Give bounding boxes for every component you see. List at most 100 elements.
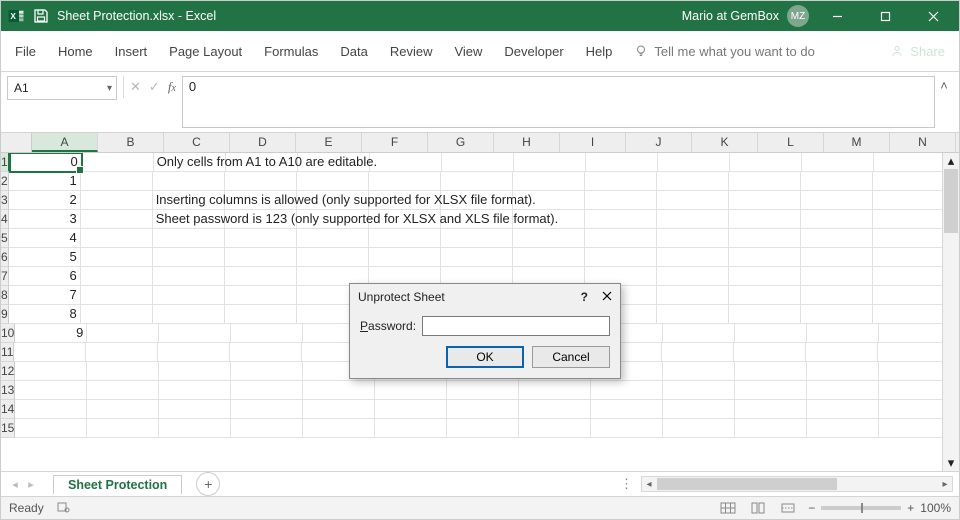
cell[interactable] [807, 362, 879, 381]
splitter-icon[interactable]: ⋮ [620, 476, 633, 492]
cell[interactable] [519, 381, 591, 400]
column-header-D[interactable]: D [230, 133, 296, 152]
cell[interactable] [801, 248, 873, 267]
cell[interactable] [873, 191, 945, 210]
cancel-button[interactable]: Cancel [532, 346, 610, 368]
tab-page-layout[interactable]: Page Layout [169, 40, 242, 63]
cell[interactable] [735, 400, 807, 419]
cell[interactable] [873, 286, 945, 305]
page-break-view-icon[interactable] [778, 500, 798, 516]
cell[interactable] [806, 343, 878, 362]
cell[interactable] [657, 248, 729, 267]
tab-insert[interactable]: Insert [115, 40, 148, 63]
cell[interactable] [87, 419, 159, 438]
cell[interactable] [663, 324, 735, 343]
cell[interactable] [153, 267, 225, 286]
cell[interactable] [81, 305, 153, 324]
accept-formula-icon[interactable]: ✓ [149, 79, 160, 95]
zoom-in-icon[interactable]: + [907, 501, 914, 515]
cell[interactable] [873, 210, 945, 229]
cell[interactable] [158, 343, 230, 362]
cell[interactable] [879, 419, 951, 438]
cell[interactable] [513, 248, 585, 267]
tab-view[interactable]: View [454, 40, 482, 63]
cell[interactable] [879, 381, 951, 400]
fx-icon[interactable]: fx [168, 79, 176, 95]
cell[interactable] [447, 400, 519, 419]
cell[interactable] [15, 400, 87, 419]
row-header[interactable]: 2 [1, 172, 9, 191]
cell[interactable] [585, 210, 657, 229]
horizontal-scrollbar[interactable]: ◂ ▸ [641, 476, 953, 492]
cell[interactable] [159, 400, 231, 419]
cell[interactable] [153, 248, 225, 267]
cell[interactable]: 7 [9, 286, 81, 305]
row-header[interactable]: 4 [1, 210, 9, 229]
cell[interactable] [663, 400, 735, 419]
column-header-F[interactable]: F [362, 133, 428, 152]
cell[interactable] [441, 229, 513, 248]
cell[interactable] [81, 172, 153, 191]
cell[interactable] [879, 362, 951, 381]
cell[interactable] [586, 153, 658, 172]
cell[interactable] [159, 381, 231, 400]
cell[interactable]: 4 [9, 229, 81, 248]
cell[interactable] [153, 286, 225, 305]
row-header[interactable]: 13 [1, 381, 15, 400]
cell[interactable] [519, 419, 591, 438]
cell[interactable]: 2 [9, 191, 81, 210]
cell[interactable]: Sheet password is 123 (only supported fo… [153, 210, 225, 229]
share-button[interactable]: Share [890, 44, 945, 59]
cell[interactable] [303, 419, 375, 438]
macro-record-icon[interactable] [56, 500, 70, 517]
cell[interactable] [225, 229, 297, 248]
sheet-tab-active[interactable]: Sheet Protection [53, 475, 182, 494]
tab-file[interactable]: File [15, 40, 36, 63]
cell[interactable] [801, 286, 873, 305]
collapse-formula-bar-icon[interactable]: ˄ [935, 76, 953, 128]
cell[interactable] [801, 172, 873, 191]
help-icon[interactable]: ? [581, 290, 588, 304]
cell[interactable] [514, 153, 586, 172]
tab-review[interactable]: Review [390, 40, 433, 63]
tab-formulas[interactable]: Formulas [264, 40, 318, 63]
column-header-K[interactable]: K [692, 133, 758, 152]
cell[interactable] [231, 419, 303, 438]
row-header[interactable]: 12 [1, 362, 15, 381]
cell[interactable] [81, 267, 153, 286]
cell[interactable] [874, 153, 946, 172]
cell[interactable] [15, 381, 87, 400]
cell[interactable]: 6 [9, 267, 81, 286]
cell[interactable] [585, 229, 657, 248]
row-header[interactable]: 11 [1, 343, 14, 362]
cancel-formula-icon[interactable]: ✕ [130, 79, 141, 95]
cell[interactable] [729, 267, 801, 286]
close-button[interactable] [913, 1, 953, 31]
cell[interactable] [585, 248, 657, 267]
cell[interactable] [375, 419, 447, 438]
cell[interactable] [231, 381, 303, 400]
row-header[interactable]: 10 [1, 324, 15, 343]
scroll-right-icon[interactable]: ▸ [938, 479, 952, 490]
cell[interactable] [802, 153, 874, 172]
row-header[interactable]: 9 [1, 305, 9, 324]
cell[interactable] [657, 229, 729, 248]
cell[interactable] [225, 305, 297, 324]
cell[interactable] [801, 305, 873, 324]
cell[interactable]: 3 [9, 210, 81, 229]
cell[interactable] [663, 381, 735, 400]
cell[interactable] [370, 153, 442, 172]
cell[interactable] [801, 267, 873, 286]
cell[interactable] [447, 419, 519, 438]
cell[interactable] [225, 267, 297, 286]
vertical-scrollbar[interactable]: ▴ ▾ [942, 153, 959, 471]
cell[interactable] [657, 286, 729, 305]
column-header-G[interactable]: G [428, 133, 494, 152]
cell[interactable] [658, 153, 730, 172]
cell[interactable] [303, 381, 375, 400]
cell[interactable]: Inserting columns is allowed (only suppo… [153, 191, 225, 210]
cell[interactable] [513, 172, 585, 191]
row-header[interactable]: 14 [1, 400, 15, 419]
row-header[interactable]: 8 [1, 286, 9, 305]
cell[interactable] [735, 324, 807, 343]
